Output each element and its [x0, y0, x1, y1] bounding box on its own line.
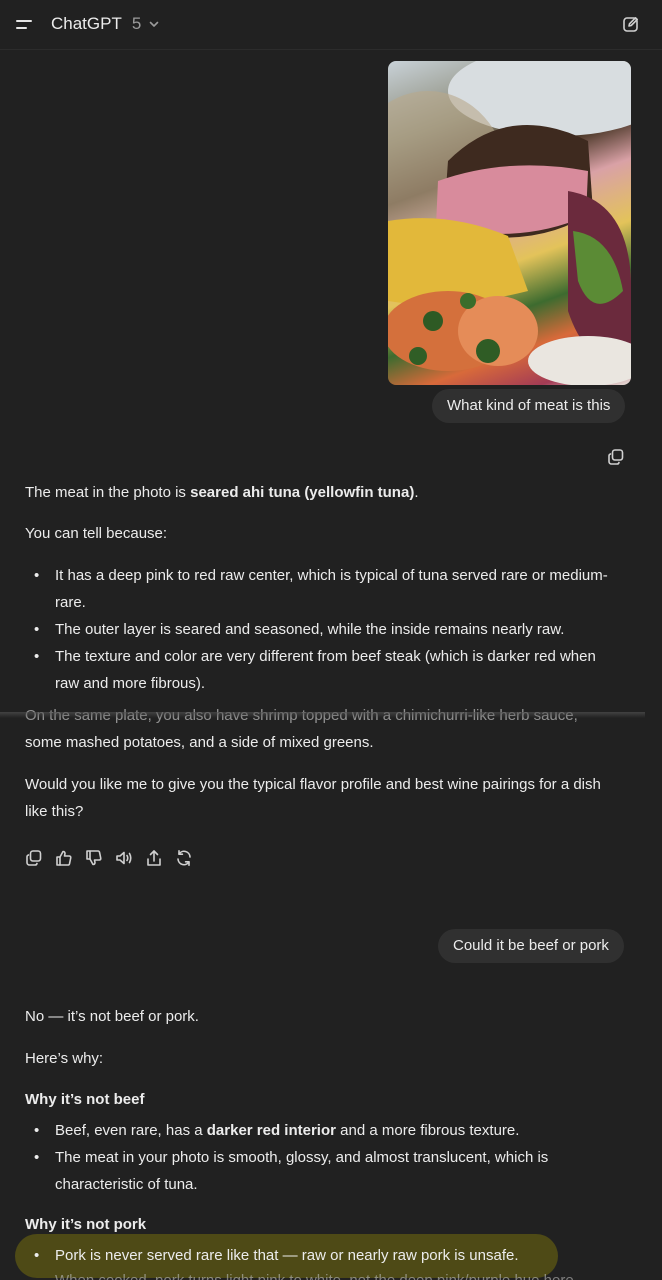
new-chat-icon[interactable] — [622, 15, 640, 33]
pork-reason-list: Pork is never served rare like that — ra… — [25, 1242, 635, 1269]
share-icon[interactable] — [145, 849, 163, 867]
bold-answer: seared ahi tuna (yellowfin tuna) — [190, 484, 415, 501]
cut-off-text: When cooked, pork turns light pink to wh… — [55, 1272, 578, 1280]
assistant-paragraph: You can tell because: — [25, 525, 168, 542]
assistant-paragraph: No — it’s not beef or pork. — [25, 1008, 199, 1025]
assistant-paragraph: On the same plate, you also have shrimp … — [25, 707, 578, 751]
list-item: Pork is never served rare like that — ra… — [25, 1242, 635, 1269]
thumbs-down-icon[interactable] — [85, 849, 103, 867]
assistant-paragraph: Here’s why: — [25, 1050, 104, 1067]
message-actions — [25, 849, 193, 867]
model-version: 5 — [131, 14, 142, 33]
model-selector[interactable]: ChatGPT 5 — [51, 14, 160, 34]
uploaded-food-photo[interactable] — [388, 61, 631, 385]
copy-icon[interactable] — [25, 849, 43, 867]
menu-icon[interactable] — [14, 15, 36, 35]
thumbs-up-icon[interactable] — [55, 849, 73, 867]
section-heading: Why it’s not beef — [25, 1091, 145, 1108]
list-item: The outer layer is seared and seasoned, … — [25, 616, 635, 643]
speaker-icon[interactable] — [115, 849, 133, 867]
regenerate-icon[interactable] — [175, 849, 193, 867]
scroll-fade — [0, 712, 645, 718]
user-message-bubble[interactable]: Could it be beef or pork — [438, 929, 624, 963]
list-item: The texture and color are very different… — [25, 643, 635, 697]
list-item: It has a deep pink to red raw center, wh… — [25, 562, 635, 616]
reason-list: It has a deep pink to red raw center, wh… — [25, 562, 635, 697]
chevron-down-icon — [150, 21, 159, 27]
beef-reason-list: Beef, even rare, has a darker red interi… — [25, 1117, 635, 1198]
model-name: ChatGPT — [51, 14, 122, 33]
assistant-paragraph: Would you like me to give you the typica… — [25, 776, 601, 820]
food-photo-illustration — [388, 61, 631, 385]
list-item: The meat in your photo is smooth, glossy… — [25, 1144, 635, 1198]
top-bar: ChatGPT 5 — [0, 0, 662, 50]
assistant-paragraph: The meat in the photo is seared ahi tuna… — [25, 484, 419, 501]
user-message-bubble[interactable]: What kind of meat is this — [432, 389, 626, 423]
list-item: Beef, even rare, has a darker red interi… — [25, 1117, 635, 1144]
copy-icon[interactable] — [607, 448, 625, 466]
